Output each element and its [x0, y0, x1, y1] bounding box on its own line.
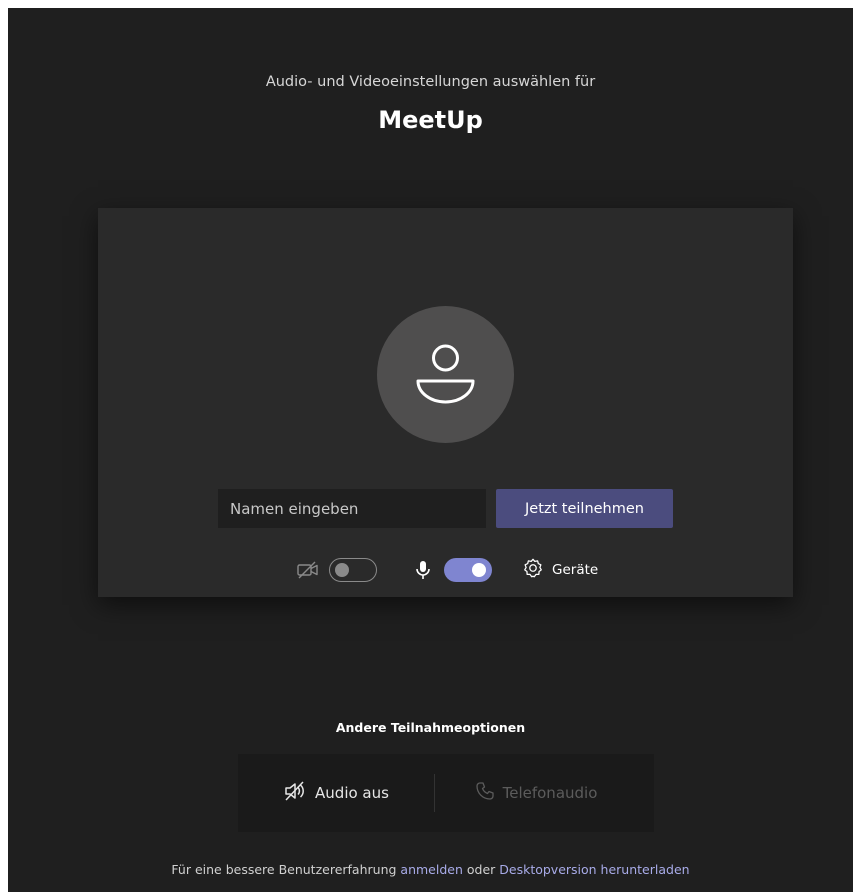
gear-icon — [522, 557, 544, 583]
person-icon — [416, 344, 475, 404]
camera-toggle-knob — [335, 562, 349, 577]
camera-toggle[interactable] — [329, 558, 377, 582]
microphone-toggle[interactable] — [444, 558, 492, 582]
speaker-off-icon — [283, 780, 307, 806]
settings-subtitle: Audio- und Videoeinstellungen auswählen … — [265, 74, 596, 90]
video-preview-card: Jetzt teilnehmen — [98, 208, 793, 597]
sign-in-link[interactable]: anmelden — [400, 862, 462, 877]
download-desktop-link[interactable]: Desktopversion herunterladen — [499, 862, 689, 877]
other-join-options: Audio aus Telefonaudio — [238, 754, 654, 832]
other-options-title: Andere Teilnahmeoptionen — [335, 720, 526, 735]
audio-off-option[interactable]: Audio aus — [238, 754, 434, 832]
options-divider — [434, 774, 435, 812]
meeting-title: MeetUp — [378, 106, 483, 134]
footer-prefix: Für eine bessere Benutzererfahrung — [171, 862, 401, 877]
devices-label: Geräte — [552, 562, 599, 578]
footer-middle: oder — [462, 862, 500, 877]
phone-icon — [475, 781, 495, 805]
audio-off-label: Audio aus — [315, 784, 389, 802]
microphone-icon — [412, 558, 434, 586]
join-now-button[interactable]: Jetzt teilnehmen — [496, 489, 673, 528]
microphone-toggle-knob — [472, 563, 486, 577]
name-input[interactable] — [218, 489, 486, 528]
media-controls: Geräte — [98, 558, 793, 584]
avatar — [377, 306, 514, 443]
camera-off-icon — [296, 558, 320, 586]
phone-audio-option: Telefonaudio — [438, 754, 634, 832]
phone-audio-label: Telefonaudio — [502, 784, 598, 802]
pre-join-screen: Audio- und Videoeinstellungen auswählen … — [8, 8, 853, 892]
footer-note: Für eine bessere Benutzererfahrung anmel… — [8, 862, 853, 877]
devices-button[interactable]: Geräte — [522, 558, 598, 582]
